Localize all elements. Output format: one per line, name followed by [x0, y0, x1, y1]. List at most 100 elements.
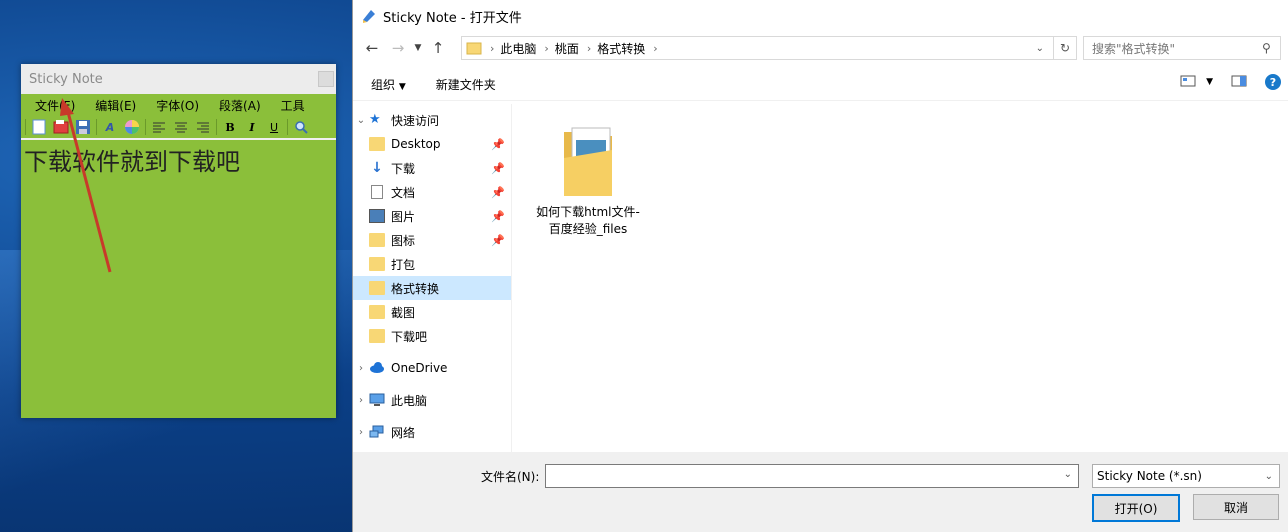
open-button[interactable]: 打开(O): [1092, 494, 1180, 522]
file-list: 如何下载html文件-百度经验_files: [513, 104, 1288, 452]
bold-icon[interactable]: B: [221, 118, 239, 136]
pin-icon: 📌: [491, 209, 505, 223]
preview-pane-icon[interactable]: [1231, 75, 1247, 90]
nav-quick-access[interactable]: ⌄ ★ 快速访问: [353, 108, 511, 132]
toolbar-separator: [145, 119, 146, 135]
menu-font[interactable]: 字体(O): [156, 97, 199, 114]
color-wheel-icon[interactable]: [123, 118, 141, 136]
toolbar-separator: [216, 119, 217, 135]
nav-item-xiazaiba[interactable]: 下载吧: [353, 324, 511, 348]
nav-network[interactable]: › 网络: [353, 420, 511, 444]
address-bar[interactable]: › 此电脑 › 桃面 › 格式转换 › ⌄ ↻: [461, 36, 1077, 60]
nav-item-documents[interactable]: 文档 📌: [353, 180, 511, 204]
align-left-icon[interactable]: [150, 118, 168, 136]
new-folder-button[interactable]: 新建文件夹: [436, 76, 496, 93]
toolbar-grip: [25, 119, 26, 135]
nav-item-format-convert[interactable]: 格式转换: [353, 276, 511, 300]
filetype-dropdown-icon[interactable]: ⌄: [1265, 471, 1273, 482]
organize-label: 组织: [371, 77, 396, 92]
nav-item-label: Desktop: [391, 137, 441, 151]
open-note-icon[interactable]: [52, 118, 70, 136]
help-icon[interactable]: ?: [1265, 74, 1281, 90]
pin-icon: 📌: [491, 137, 505, 151]
align-center-icon[interactable]: [172, 118, 190, 136]
folder-icon: [369, 281, 385, 295]
nav-item-label: 截图: [391, 305, 416, 320]
pin-icon: 📌: [491, 233, 505, 247]
collapsed-chevron-icon[interactable]: ›: [353, 395, 369, 406]
menu-edit[interactable]: 编辑(E): [95, 97, 136, 114]
sticky-app-icon: [363, 10, 375, 23]
sticky-note-text[interactable]: 下载软件就到下载吧: [21, 140, 336, 179]
filename-label: 文件名(N):: [481, 470, 540, 484]
sticky-titlebar[interactable]: Sticky Note: [21, 64, 336, 94]
dialog-titlebar[interactable]: Sticky Note - 打开文件: [353, 0, 1288, 32]
refresh-icon[interactable]: ↻: [1053, 37, 1076, 59]
nav-quick-access-label: 快速访问: [391, 113, 440, 128]
folder-icon: [466, 42, 482, 55]
nav-item-icons[interactable]: 图标 📌: [353, 228, 511, 252]
open-file-dialog: Sticky Note - 打开文件 ← → ▼ ↑ › 此电脑 › 桃面 › …: [352, 0, 1288, 532]
italic-icon[interactable]: I: [243, 118, 261, 136]
nav-item-pack[interactable]: 打包: [353, 252, 511, 276]
breadcrumb-separator: ›: [586, 41, 592, 55]
filetype-select[interactable]: Sticky Note (*.sn) ⌄: [1092, 464, 1280, 488]
cancel-button[interactable]: 取消: [1193, 494, 1279, 520]
underline-icon[interactable]: U: [265, 118, 283, 136]
sticky-toolbar: A B I U: [21, 116, 336, 140]
filetype-value: Sticky Note (*.sn): [1097, 469, 1202, 483]
change-view-icon[interactable]: [1180, 75, 1196, 90]
breadcrumb-format-convert[interactable]: 格式转换: [597, 40, 645, 57]
search-icon: ⚲: [1262, 41, 1271, 55]
find-icon[interactable]: [292, 118, 310, 136]
folder-icon: [369, 257, 385, 271]
new-note-icon[interactable]: [30, 118, 48, 136]
menu-paragraph[interactable]: 段落(A): [219, 97, 261, 114]
nav-this-pc[interactable]: › 此电脑: [353, 388, 511, 412]
nav-item-label: 打包: [391, 257, 416, 272]
pictures-icon: [369, 209, 385, 223]
nav-onedrive-label: OneDrive: [391, 361, 448, 375]
filename-dropdown-icon[interactable]: ⌄: [1064, 469, 1072, 480]
dialog-title: Sticky Note - 打开文件: [383, 10, 522, 26]
navigation-pane: ⌄ ★ 快速访问 Desktop 📌 ↓ 下载 📌 文档 📌 图片 📌 图标 �: [353, 104, 512, 452]
nav-onedrive[interactable]: › OneDrive: [353, 356, 511, 380]
menu-file[interactable]: 文件(F): [35, 97, 75, 114]
save-icon[interactable]: [74, 118, 92, 136]
breadcrumb-this-pc[interactable]: 此电脑: [500, 40, 536, 57]
dialog-footer: 文件名(N): ⌄ Sticky Note (*.sn) ⌄ 打开(O) 取消: [353, 452, 1288, 532]
sticky-menubar: 文件(F) 编辑(E) 字体(O) 段落(A) 工具: [21, 94, 336, 116]
network-icon: [369, 425, 385, 439]
nav-item-pictures[interactable]: 图片 📌: [353, 204, 511, 228]
collapsed-chevron-icon[interactable]: ›: [353, 427, 369, 438]
menu-tools[interactable]: 工具: [281, 97, 305, 114]
folder-with-preview-icon: [562, 118, 614, 198]
search-input[interactable]: 搜索"格式转换": [1092, 40, 1262, 57]
pin-icon: 📌: [491, 161, 505, 175]
nav-item-label: 文档: [391, 185, 416, 200]
document-icon: [371, 185, 383, 199]
organize-button[interactable]: 组织 ▼: [371, 76, 406, 93]
font-icon[interactable]: A: [101, 118, 119, 136]
command-bar: 组织 ▼ 新建文件夹 ▼ ?: [353, 68, 1288, 101]
expanded-chevron-icon[interactable]: ⌄: [353, 115, 369, 126]
search-box[interactable]: 搜索"格式转换" ⚲: [1083, 36, 1281, 60]
recent-locations-chevron-icon[interactable]: ▼: [411, 43, 425, 53]
view-dropdown-icon[interactable]: ▼: [1206, 77, 1213, 87]
file-item[interactable]: 如何下载html文件-百度经验_files: [533, 114, 643, 238]
breadcrumb-desktop[interactable]: 桃面: [555, 40, 579, 57]
breadcrumb-separator: ›: [490, 41, 495, 55]
back-arrow-icon[interactable]: ←: [359, 39, 385, 57]
nav-item-downloads[interactable]: ↓ 下载 📌: [353, 156, 511, 180]
forward-arrow-icon[interactable]: →: [385, 39, 411, 57]
collapsed-chevron-icon[interactable]: ›: [353, 363, 369, 374]
nav-item-screenshots[interactable]: 截图: [353, 300, 511, 324]
align-right-icon[interactable]: [194, 118, 212, 136]
folder-icon: [369, 305, 385, 319]
folder-icon: [369, 329, 385, 343]
sticky-close-button[interactable]: [318, 71, 334, 87]
nav-item-desktop[interactable]: Desktop 📌: [353, 132, 511, 156]
up-arrow-icon[interactable]: ↑: [425, 39, 451, 57]
filename-field[interactable]: ⌄: [545, 464, 1079, 488]
address-dropdown-icon[interactable]: ⌄: [1036, 43, 1044, 54]
